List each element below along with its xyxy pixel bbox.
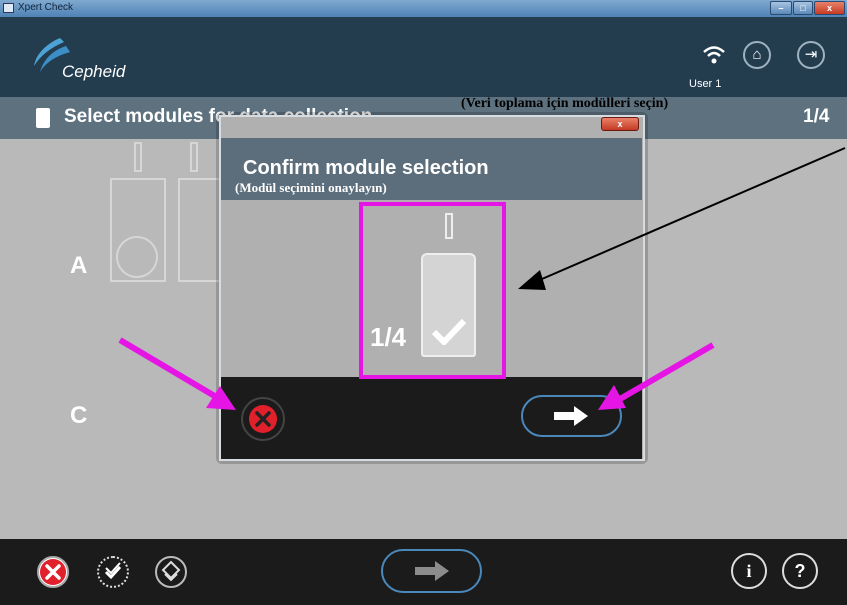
annotation-arrows (118, 147, 846, 410)
